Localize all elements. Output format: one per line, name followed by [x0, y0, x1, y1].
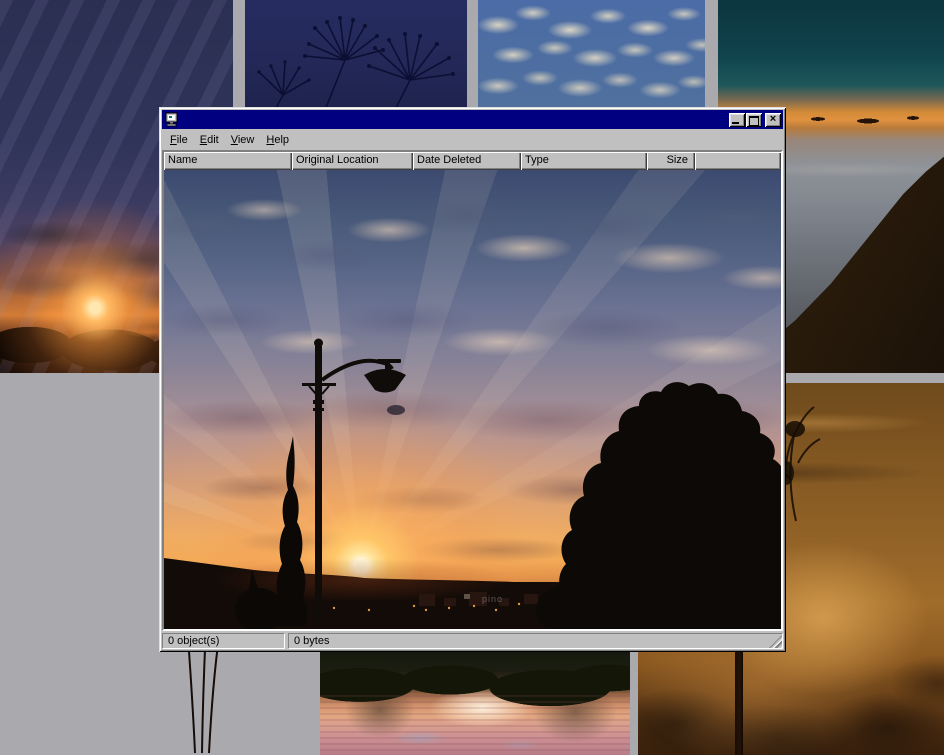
column-header-date-deleted[interactable]: Date Deleted [413, 152, 521, 170]
resize-grip[interactable] [769, 635, 782, 648]
menu-edit[interactable]: Edit [194, 132, 225, 148]
column-header-blank[interactable] [695, 152, 781, 170]
column-header-name[interactable]: Name [164, 152, 292, 170]
cypress-tree [275, 436, 307, 626]
status-bytes-text: 0 bytes [294, 635, 329, 647]
menu-file[interactable]: File [164, 132, 194, 148]
dark-cloud-wisp [387, 405, 405, 415]
desktop-collage: × File Edit View Help Name Original Loca… [0, 0, 944, 755]
menu-help[interactable]: Help [260, 132, 295, 148]
minimize-icon [732, 122, 739, 124]
column-header-original-location[interactable]: Original Location [292, 152, 413, 170]
dried-flower-silhouette [245, 0, 467, 110]
wallpaper-photo-altocumulus-clouds [478, 0, 705, 110]
column-header-size[interactable]: Size [647, 152, 695, 170]
menu-view[interactable]: View [225, 132, 261, 148]
menu-bar: File Edit View Help [162, 129, 783, 150]
photo-watermark: pino [482, 594, 503, 604]
recycle-bin-window: × File Edit View Help Name Original Loca… [159, 107, 786, 652]
maximize-button[interactable] [746, 113, 762, 127]
lamp-pole-silhouette [735, 651, 743, 755]
close-icon: × [765, 113, 781, 127]
computer-icon [164, 112, 180, 128]
maximize-icon [749, 116, 759, 126]
water-ripples [320, 695, 630, 755]
window-titlebar[interactable]: × [162, 110, 783, 129]
sunset-photo: pino [164, 170, 781, 629]
minimize-button[interactable] [729, 113, 745, 127]
close-button[interactable]: × [765, 113, 781, 127]
photo-silhouettes [164, 170, 781, 629]
status-object-count: 0 object(s) [162, 633, 285, 649]
wallpaper-photo-dried-flowers [245, 0, 467, 110]
column-header-type[interactable]: Type [521, 152, 647, 170]
file-list-area[interactable]: Name Original Location Date Deleted Type… [162, 150, 783, 631]
status-byte-count: 0 bytes [288, 633, 783, 649]
status-bar: 0 object(s) 0 bytes [162, 633, 783, 649]
column-header-row: Name Original Location Date Deleted Type… [164, 152, 781, 170]
